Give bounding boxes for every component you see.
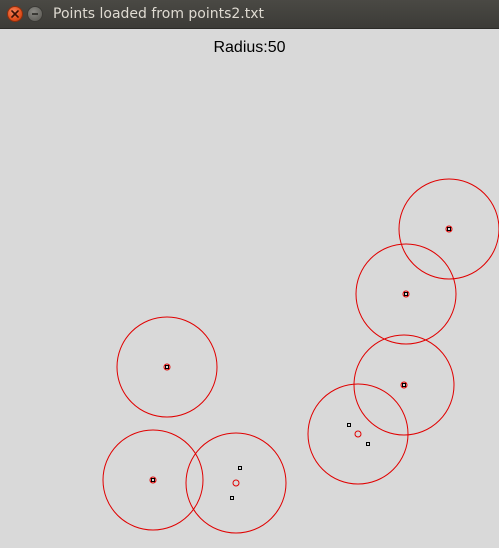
application-window: Points loaded from points2.txt Radius:50 [0,0,499,548]
data-point [447,227,451,231]
circle-center-marker [402,290,410,298]
circle-center-marker [232,479,240,487]
data-point [165,365,169,369]
data-point [404,292,408,296]
data-point [238,466,242,470]
circle-center-marker [400,381,408,389]
point-canvas[interactable] [0,0,499,548]
radius-circle [102,429,204,531]
radius-circle [185,432,287,534]
circle-center-marker [445,225,453,233]
circle-center-marker [163,363,171,371]
data-point [347,423,351,427]
circle-center-marker [354,430,362,438]
radius-circle [116,316,218,418]
data-point [230,496,234,500]
data-point [151,478,155,482]
circle-center-marker [149,476,157,484]
data-point [366,442,370,446]
data-point [402,383,406,387]
radius-circle [355,243,457,345]
radius-circle [398,178,499,280]
